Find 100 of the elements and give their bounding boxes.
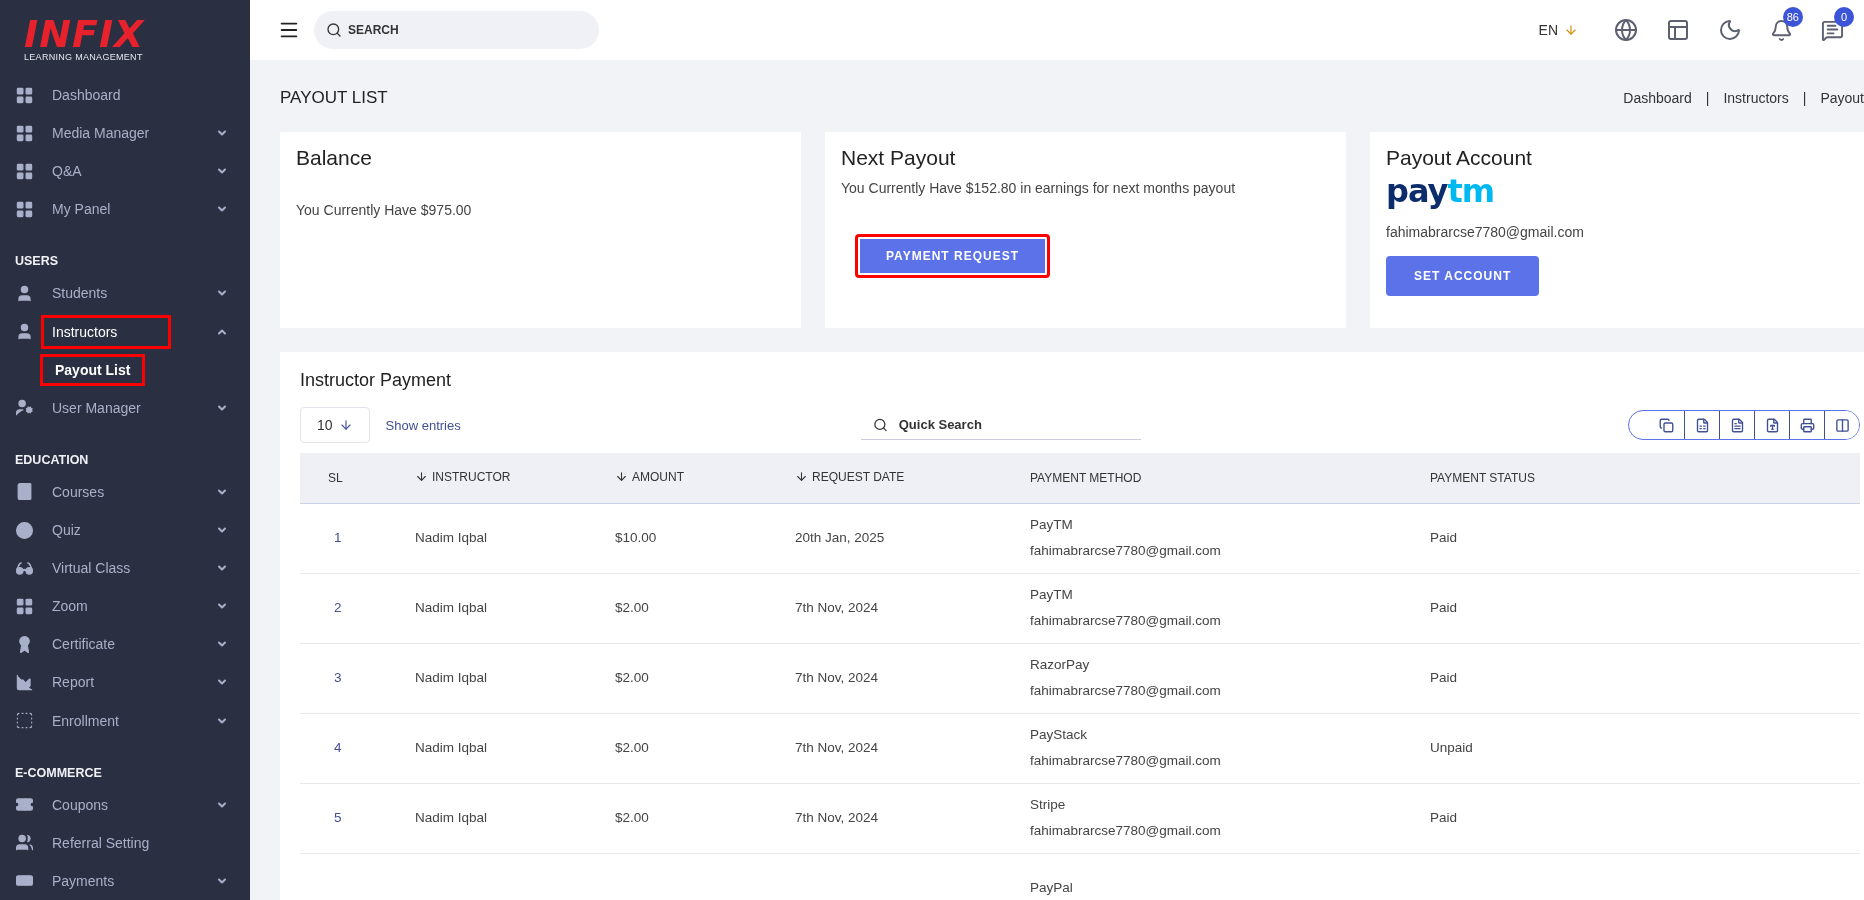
card-title: Balance [296, 146, 372, 170]
table-cell-text: 4 [334, 739, 343, 757]
section-heading: E-COMMERCE [14, 765, 103, 780]
table-cell-text: $2.00 [615, 739, 650, 757]
earnings-text: You Currently Have $152.80 in earnings for next months payout [841, 180, 1236, 196]
sort-arrow-icon [795, 470, 808, 483]
table-cell-text: Unpaid [1430, 739, 1474, 757]
users-icon [15, 833, 34, 853]
sidebar-item[interactable]: Certificate [41, 627, 127, 662]
payment-logo: paytm [1386, 174, 1494, 208]
table-cell-text: 5 [334, 809, 343, 827]
section-heading: EDUCATION [14, 452, 90, 467]
sidebar-item[interactable]: Report [41, 665, 106, 700]
table-cell-text: Nadim Iqbal [415, 599, 489, 617]
table-cell-text: 1 [334, 529, 343, 547]
grid-icon [15, 161, 34, 181]
card-title: Payout Account [1386, 146, 1532, 170]
email-cell-text: fahimabrarcse7780@gmail.com [1030, 752, 1222, 770]
column-header[interactable]: INSTRUCTOR [415, 469, 511, 484]
columns-icon[interactable] [1824, 411, 1859, 439]
sidebar-item[interactable]: Referral Setting [41, 825, 161, 860]
globe-icon[interactable] [1614, 18, 1638, 42]
breadcrumb-link[interactable]: Payout [1820, 90, 1864, 106]
sidebar-item[interactable]: Dashboard [41, 78, 132, 113]
email-cell-text: fahimabrarcse7780@gmail.com [1030, 542, 1222, 560]
page-size-select[interactable]: 10 [300, 407, 370, 443]
sidebar-item[interactable]: Virtual Class [41, 551, 142, 586]
email-cell-text: fahimabrarcse7780@gmail.com [1030, 682, 1222, 700]
sidebar-item[interactable]: Zoom [41, 589, 99, 624]
method-cell-text: PayPal [1030, 879, 1074, 897]
table-cell-text: $10.00 [615, 529, 658, 547]
user-icon [15, 322, 34, 342]
sidebar-item[interactable]: Quiz [41, 513, 92, 548]
sidebar-subitem[interactable]: Payout List [40, 353, 146, 386]
table-cell-text: 2 [334, 599, 343, 617]
table-cell-text: Nadim Iqbal [415, 529, 489, 547]
arrow-down-icon [1564, 23, 1578, 37]
sidebar-item[interactable]: My Panel [41, 192, 122, 227]
area-chart-icon [15, 672, 34, 692]
column-header: SL [328, 470, 343, 485]
table-cell-text: 7th Nov, 2024 [795, 739, 880, 757]
table-cell-text: $2.00 [615, 809, 650, 827]
card-title: Next Payout [841, 146, 956, 170]
table-cell-text: $2.00 [615, 599, 650, 617]
logo-text: INFIX [24, 16, 145, 52]
table-cell-text: $2.00 [615, 669, 650, 687]
column-header[interactable]: REQUEST DATE [795, 469, 905, 484]
user-icon [15, 284, 34, 303]
square-icon [15, 711, 34, 731]
sidebar-item[interactable]: Coupons [41, 787, 120, 822]
breadcrumb-separator: | [1802, 90, 1807, 106]
account-email: fahimabrarcse7780@gmail.com [1386, 224, 1584, 240]
sidebar-item[interactable]: Q&A [41, 154, 93, 189]
user-gear-icon [15, 398, 34, 418]
moon-icon[interactable] [1718, 18, 1742, 42]
method-cell-text: RazorPay [1030, 656, 1091, 674]
language-selector[interactable]: EN [1538, 22, 1578, 38]
breadcrumb-separator: | [1705, 90, 1710, 106]
sort-arrow-icon [615, 470, 628, 483]
column-header: PAYMENT STATUS [1430, 470, 1535, 485]
method-cell-text: PayStack [1030, 726, 1089, 744]
section-heading: USERS [14, 254, 60, 269]
table-cell-text: Nadim Iqbal [415, 669, 489, 687]
grid-icon [15, 199, 34, 219]
message-count: 0 [1834, 6, 1854, 27]
sidebar-item[interactable]: Enrollment [41, 703, 130, 738]
method-cell-text: Stripe [1030, 796, 1067, 814]
sidebar-item[interactable]: Courses [41, 474, 116, 509]
sidebar-item[interactable]: Media Manager [41, 116, 161, 151]
table-cell-text: Nadim Iqbal [415, 739, 489, 757]
sidebar-item[interactable]: User Manager [41, 390, 152, 425]
method-cell-text: PayTM [1030, 586, 1074, 604]
email-cell-text: fahimabrarcse7780@gmail.com [1030, 612, 1222, 630]
search-icon [872, 417, 888, 433]
column-header[interactable]: AMOUNT [615, 469, 684, 484]
logo-tagline: LEARNING MANAGEMENT [24, 52, 143, 62]
sort-arrow-icon [415, 470, 428, 483]
layout-icon[interactable] [1666, 18, 1690, 42]
table-cell-text: Nadim Iqbal [415, 809, 489, 827]
sidebar-item[interactable]: Payments [41, 863, 126, 898]
email-cell-text: fahimabrarcse7780@gmail.com [1030, 822, 1222, 840]
payment-request-button[interactable]: PAYMENT REQUEST [855, 234, 1051, 278]
table-title: Instructor Payment [300, 370, 453, 391]
table-cell-text: 3 [334, 669, 343, 687]
breadcrumb-link[interactable]: Dashboard [1623, 90, 1692, 106]
table-cell-text: 7th Nov, 2024 [795, 599, 880, 617]
grid-icon [15, 85, 34, 105]
notification-count: 86 [1782, 6, 1803, 27]
page-title: PAYOUT LIST [280, 88, 388, 108]
search-icon [326, 22, 342, 38]
set-account-button[interactable]: SET ACCOUNT [1386, 256, 1540, 296]
search-field[interactable]: SEARCH [314, 11, 599, 49]
sidebar-item[interactable]: Students [41, 276, 119, 311]
table-cell-text: Paid [1430, 529, 1459, 547]
table-cell-text: Paid [1430, 809, 1459, 827]
method-cell-text: PayTM [1030, 516, 1074, 534]
breadcrumb-link[interactable]: Instructors [1723, 90, 1789, 106]
sidebar-item[interactable]: Instructors [41, 314, 171, 349]
table-cell-text: Paid [1430, 599, 1459, 617]
table-cell-text: 20th Jan, 2025 [795, 529, 886, 547]
